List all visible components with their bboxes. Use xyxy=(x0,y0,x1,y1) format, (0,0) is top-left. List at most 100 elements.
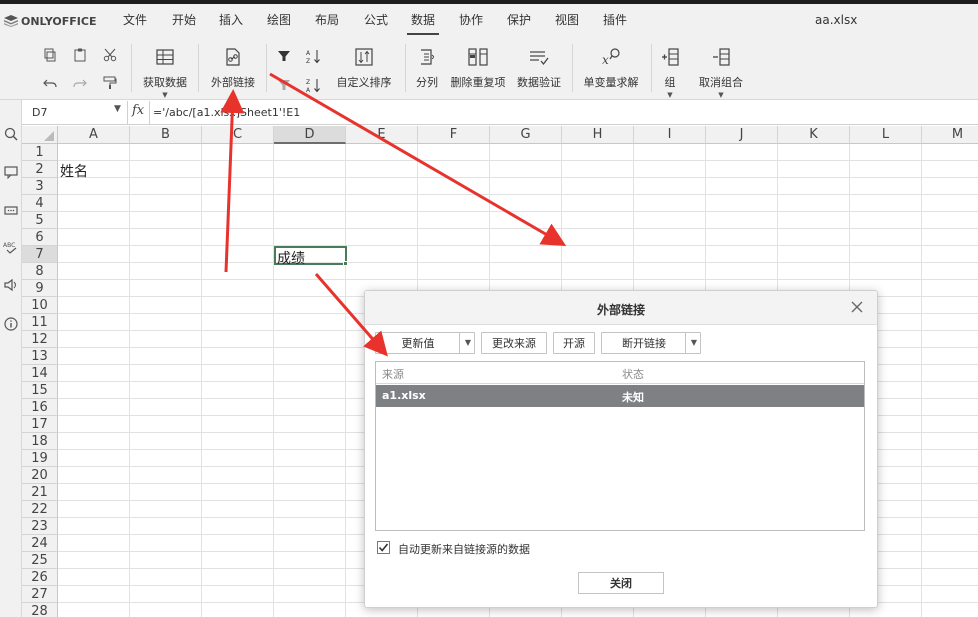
spellcheck-icon[interactable]: ABC xyxy=(2,238,20,256)
row-header-1[interactable]: 1 xyxy=(22,144,58,161)
column-header-b[interactable]: B xyxy=(130,126,202,144)
text-to-columns-button[interactable]: 分列 xyxy=(412,46,442,90)
column-header-c[interactable]: C xyxy=(202,126,274,144)
change-source-button[interactable]: 更改来源 xyxy=(481,332,547,354)
formula-input[interactable]: ='/abc/[a1.xlsx]Sheet1'!E1 xyxy=(153,106,300,119)
row-header-8[interactable]: 8 xyxy=(22,263,58,280)
row-header-20[interactable]: 20 xyxy=(22,467,58,484)
column-header-g[interactable]: G xyxy=(490,126,562,144)
tab-protect[interactable]: 保护 xyxy=(507,11,531,28)
column-header-a[interactable]: A xyxy=(58,126,130,144)
sort-descending-icon[interactable]: ZA xyxy=(305,76,323,94)
app-logo-text: ONLYOFFICE xyxy=(21,14,97,28)
column-header-l[interactable]: L xyxy=(850,126,922,144)
row-header-10[interactable]: 10 xyxy=(22,297,58,314)
group-button[interactable]: 组 ▼ xyxy=(658,46,682,99)
sort-ascending-icon[interactable]: AZ xyxy=(305,47,323,65)
format-painter-icon[interactable] xyxy=(101,74,119,92)
copy-icon[interactable] xyxy=(41,46,59,64)
tab-data[interactable]: 数据 xyxy=(406,11,440,35)
row-header-9[interactable]: 9 xyxy=(22,280,58,297)
search-icon[interactable] xyxy=(2,125,20,143)
row-header-16[interactable]: 16 xyxy=(22,399,58,416)
row-header-18[interactable]: 18 xyxy=(22,433,58,450)
close-icon[interactable] xyxy=(849,299,865,315)
external-links-button[interactable]: 外部链接 xyxy=(207,46,259,90)
column-header-e[interactable]: E xyxy=(346,126,418,144)
filter-icon[interactable] xyxy=(275,47,293,65)
tab-home[interactable]: 开始 xyxy=(172,11,196,28)
row-header-14[interactable]: 14 xyxy=(22,365,58,382)
chevron-down-icon[interactable]: ▼ xyxy=(465,338,471,347)
column-header-m[interactable]: M xyxy=(922,126,978,144)
row-header-6[interactable]: 6 xyxy=(22,229,58,246)
ungroup-button[interactable]: 取消组合 ▼ xyxy=(695,46,747,99)
chevron-down-icon[interactable]: ▼ xyxy=(114,104,121,114)
column-header-d[interactable]: D xyxy=(274,126,346,144)
row-header-15[interactable]: 15 xyxy=(22,382,58,399)
speaker-icon[interactable] xyxy=(2,276,20,294)
select-all-corner[interactable] xyxy=(22,126,58,144)
tab-view[interactable]: 视图 xyxy=(555,11,579,28)
row-header-26[interactable]: 26 xyxy=(22,569,58,586)
goal-seek-button[interactable]: x 单变量求解 xyxy=(581,46,641,90)
column-header-j[interactable]: J xyxy=(706,126,778,144)
cell-a2[interactable]: 姓名 xyxy=(60,161,88,181)
row-header-28[interactable]: 28 xyxy=(22,603,58,617)
row-header-23[interactable]: 23 xyxy=(22,518,58,535)
row-header-3[interactable]: 3 xyxy=(22,178,58,195)
row-header-13[interactable]: 13 xyxy=(22,348,58,365)
cell-name-box[interactable]: D7 xyxy=(28,104,128,122)
chevron-down-icon[interactable]: ▼ xyxy=(691,338,697,347)
row-header-11[interactable]: 11 xyxy=(22,314,58,331)
column-header-i[interactable]: I xyxy=(634,126,706,144)
row-header-5[interactable]: 5 xyxy=(22,212,58,229)
redo-icon[interactable] xyxy=(71,74,89,92)
auto-update-checkbox[interactable] xyxy=(377,541,390,554)
insert-function-icon[interactable]: fx xyxy=(132,103,144,118)
get-data-button[interactable]: 获取数据 ▼ xyxy=(140,46,190,99)
row-header-19[interactable]: 19 xyxy=(22,450,58,467)
link-status: 未知 xyxy=(622,391,644,404)
row-header-12[interactable]: 12 xyxy=(22,331,58,348)
open-source-button[interactable]: 开源 xyxy=(553,332,595,354)
tab-plugins[interactable]: 插件 xyxy=(603,11,627,28)
data-validation-button[interactable]: 数据验证 xyxy=(515,46,563,90)
row-header-2[interactable]: 2 xyxy=(22,161,58,178)
tab-collaborate[interactable]: 协作 xyxy=(459,11,483,28)
close-button[interactable]: 关闭 xyxy=(578,572,664,594)
links-list[interactable]: 来源 状态 a1.xlsx 未知 xyxy=(375,361,865,531)
fill-handle[interactable] xyxy=(343,261,348,266)
row-header-4[interactable]: 4 xyxy=(22,195,58,212)
remove-duplicates-button[interactable]: 删除重复项 xyxy=(449,46,507,90)
row-header-25[interactable]: 25 xyxy=(22,552,58,569)
tab-draw[interactable]: 绘图 xyxy=(267,11,291,28)
chat-icon[interactable] xyxy=(2,202,20,220)
paste-icon[interactable] xyxy=(71,46,89,64)
row-header-24[interactable]: 24 xyxy=(22,535,58,552)
column-header-f[interactable]: F xyxy=(418,126,490,144)
tab-insert[interactable]: 插入 xyxy=(219,11,243,28)
tab-formula[interactable]: 公式 xyxy=(364,11,388,28)
row-header-27[interactable]: 27 xyxy=(22,586,58,603)
break-link-button[interactable]: 断开链接 ▼ xyxy=(601,332,701,354)
tab-layout[interactable]: 布局 xyxy=(315,11,339,28)
cut-icon[interactable] xyxy=(101,46,119,64)
clear-filter-icon[interactable] xyxy=(275,76,293,94)
row-header-17[interactable]: 17 xyxy=(22,416,58,433)
row-header-21[interactable]: 21 xyxy=(22,484,58,501)
column-header-k[interactable]: K xyxy=(778,126,850,144)
list-row[interactable]: a1.xlsx 未知 xyxy=(376,385,864,407)
comment-icon[interactable] xyxy=(2,163,20,181)
auto-update-label[interactable]: 自动更新来自链接源的数据 xyxy=(398,541,530,557)
row-header-22[interactable]: 22 xyxy=(22,501,58,518)
info-icon[interactable] xyxy=(2,315,20,333)
undo-icon[interactable] xyxy=(41,74,59,92)
column-header-h[interactable]: H xyxy=(562,126,634,144)
tab-file[interactable]: 文件 xyxy=(123,11,147,28)
selected-cell-d7[interactable]: 成绩 xyxy=(274,246,347,267)
update-values-button[interactable]: 更新值 ▼ xyxy=(375,332,475,354)
row-header-7[interactable]: 7 xyxy=(22,246,58,263)
custom-sort-button[interactable]: 自定义排序 xyxy=(333,46,395,90)
toolbar-separator xyxy=(572,44,573,92)
